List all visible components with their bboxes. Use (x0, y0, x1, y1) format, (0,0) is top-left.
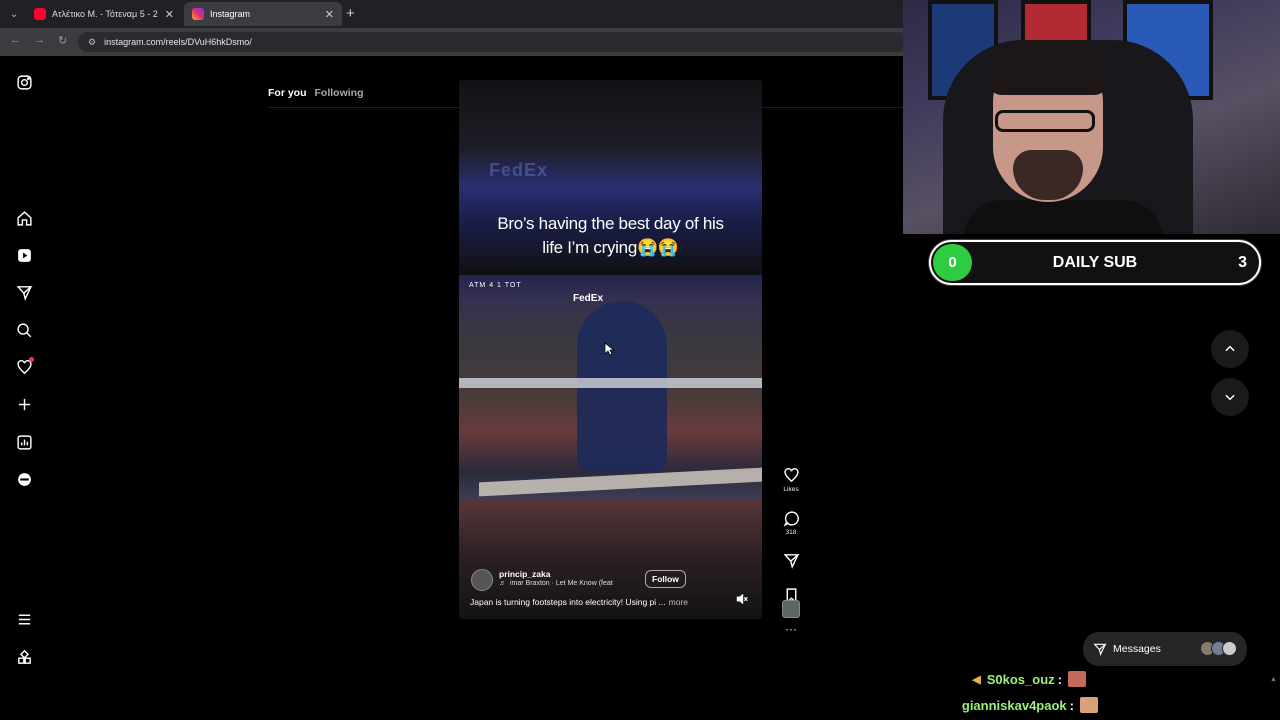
instagram-icon (192, 8, 204, 20)
author-username[interactable]: princip_zaka (499, 569, 551, 579)
url-text: instagram.com/reels/DVuH6hkDsmo/ (104, 37, 252, 47)
daily-sub-label: DAILY SUB (1052, 253, 1138, 271)
like-heart-icon (783, 468, 799, 483)
messages-button[interactable]: Messages (1083, 632, 1247, 666)
video-caption-overlay: Bro’s having the best day of his life I’… (459, 212, 762, 260)
chevron-up-icon (1225, 345, 1235, 352)
messages-label: Messages (1113, 643, 1161, 655)
badge-icon: ◀ (972, 673, 981, 686)
chat-colon: : (1057, 671, 1062, 687)
share-send-icon (783, 554, 800, 569)
reel-description[interactable]: Japan is turning footsteps into electric… (470, 597, 688, 607)
message-avatars (1200, 641, 1237, 656)
streamer-shirt (963, 200, 1163, 234)
chat-message: ◀ S0kos_ouz : (972, 671, 1086, 687)
chat-message: gianniskav4paok : (962, 697, 1098, 713)
chat-colon: : (1069, 697, 1074, 713)
author-avatar[interactable] (471, 569, 493, 591)
notification-dot (29, 357, 34, 362)
address-bar[interactable]: ⚙ instagram.com/reels/DVuH6hkDsmo/ (78, 32, 908, 52)
video-top-blur: FedEx Bro’s having the best day of his l… (459, 80, 762, 275)
tab-for-you[interactable]: For you (268, 87, 307, 99)
dashboard-chart-icon[interactable] (14, 432, 34, 452)
stadium-board-text: FedEx (573, 293, 604, 304)
description-text: Japan is turning footsteps into electric… (470, 597, 666, 607)
audio-title: imar Braxton · Let Me Know (feat (510, 580, 613, 587)
create-plus-icon[interactable] (14, 394, 34, 414)
comment-action[interactable]: 318 (779, 510, 803, 536)
mouse-cursor-icon (604, 342, 616, 356)
tab-search-chevron-icon[interactable]: ⌄ (6, 6, 22, 22)
table-surface (479, 467, 762, 497)
reel-audio[interactable]: ♬ imar Braxton · Let Me Know (feat (499, 580, 613, 587)
mute-icon[interactable] (735, 592, 749, 606)
new-tab-button[interactable]: + (346, 5, 355, 22)
chevron-down-icon (1225, 394, 1235, 401)
video-frame: ATM 4 1 TOT FedEx (459, 275, 762, 499)
direct-messages-icon[interactable] (14, 282, 34, 302)
reload-icon[interactable]: ↻ (58, 34, 67, 47)
back-arrow-icon[interactable]: ← (10, 34, 21, 46)
caption-line-2: life I’m crying😭😭 (542, 238, 679, 257)
browser-tab-youtube[interactable]: Ατλέτικο Μ. - Τότεναμ 5 - 2 | Η ✕ (26, 2, 182, 26)
menu-hamburger-icon[interactable] (14, 609, 34, 629)
more-options-icon[interactable]: ··· (779, 622, 803, 636)
blurred-board-text: FedEx (489, 160, 549, 180)
like-action[interactable]: Likes (779, 467, 803, 493)
instagram-sidebar (0, 56, 48, 686)
follow-button[interactable]: Follow (645, 570, 686, 588)
share-action[interactable] (779, 552, 803, 571)
tab-title: Instagram (210, 9, 251, 19)
streamer-glasses (995, 110, 1095, 132)
more-link[interactable]: more (669, 597, 688, 607)
forward-arrow-icon[interactable]: → (34, 34, 45, 46)
also-from-meta-icon[interactable] (14, 647, 34, 667)
streamer-hair (988, 40, 1108, 95)
previous-reel-button[interactable] (1211, 330, 1249, 368)
music-note-icon: ♬ (499, 580, 506, 587)
chat-emote-icon (1068, 671, 1086, 687)
notifications-heart-icon[interactable] (14, 357, 34, 377)
stadium-rail (459, 378, 762, 388)
avatar (1222, 641, 1237, 656)
scrollbar-arrow-icon[interactable]: ▲ (1270, 676, 1277, 683)
reels-icon[interactable] (14, 245, 34, 265)
close-tab-icon[interactable]: ✕ (165, 8, 174, 21)
reel-author-row: princip_zaka ♬ imar Braxton · Let Me Kno… (471, 567, 751, 593)
reel-video-player[interactable]: FedEx Bro’s having the best day of his l… (459, 80, 762, 619)
daily-sub-count: 0 (933, 244, 972, 281)
scoreboard-text: ATM 4 1 TOT (469, 282, 522, 289)
search-icon[interactable] (14, 320, 34, 340)
threads-icon[interactable] (14, 469, 34, 489)
tab-title: Ατλέτικο Μ. - Τότεναμ 5 - 2 | Η (52, 9, 159, 19)
caption-line-1: Bro’s having the best day of his (497, 214, 724, 233)
close-tab-icon[interactable]: ✕ (325, 8, 334, 21)
instagram-logo-icon[interactable] (14, 72, 34, 92)
audio-thumbnail[interactable] (782, 600, 800, 618)
comments-count: 318 (785, 529, 797, 536)
browser-tab-instagram[interactable]: Instagram ✕ (184, 2, 342, 26)
likes-label: Likes (783, 486, 799, 493)
chat-emote-icon (1080, 697, 1098, 713)
chat-username: S0kos_ouz (986, 671, 1055, 687)
webcam-overlay (903, 0, 1280, 234)
youtube-icon (34, 8, 46, 20)
site-settings-icon[interactable]: ⚙ (88, 37, 96, 48)
daily-sub-goal: 3 (1238, 253, 1247, 271)
tab-following[interactable]: Following (315, 87, 364, 99)
chat-username: gianniskav4paok (961, 697, 1067, 713)
next-reel-button[interactable] (1211, 378, 1249, 416)
feed-tabs: For you Following (268, 87, 364, 99)
daily-sub-goal-widget: DAILY SUB 0 3 (929, 240, 1261, 285)
comment-bubble-icon (783, 511, 799, 527)
home-icon[interactable] (14, 208, 34, 228)
messages-send-icon (1093, 643, 1107, 656)
